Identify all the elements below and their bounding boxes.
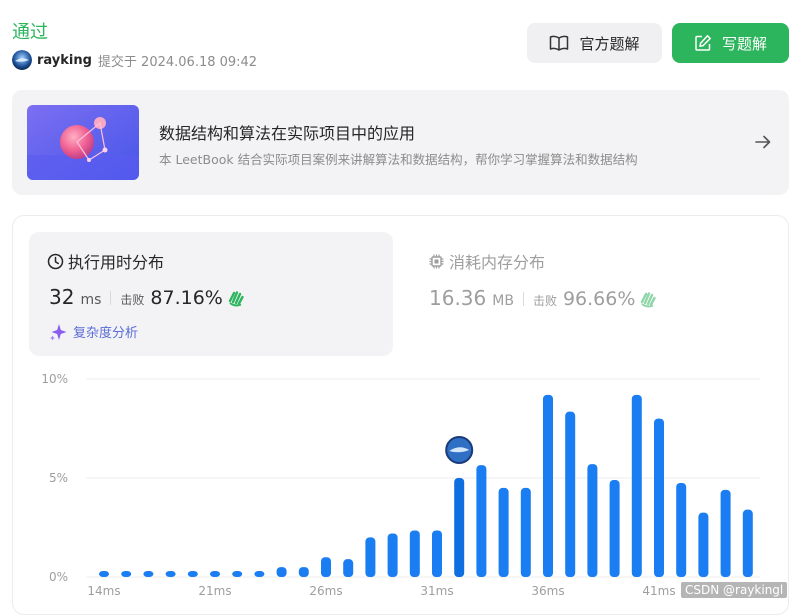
x-tick-label: 26ms: [309, 584, 342, 598]
chart-bar[interactable]: [343, 559, 354, 577]
watermark: CSDN @raykingl: [681, 582, 788, 598]
chart-bar[interactable]: [165, 571, 176, 577]
chart-bar[interactable]: [698, 512, 709, 577]
chart-bar[interactable]: [276, 567, 287, 577]
current-submission-avatar[interactable]: [443, 434, 476, 466]
chart-bar[interactable]: [654, 418, 664, 577]
x-tick-label: 31ms: [420, 584, 453, 598]
chart-bar[interactable]: [609, 479, 620, 577]
runtime-distribution-chart: 0% 5% 10% 14ms 21ms 26ms 31ms 36ms 41ms: [41, 372, 760, 598]
chart-bar[interactable]: [365, 537, 376, 577]
chart-bar[interactable]: [476, 465, 487, 577]
x-tick-label: 41ms: [642, 584, 675, 598]
y-tick-label: 10%: [41, 372, 68, 386]
x-tick-label: 14ms: [87, 584, 120, 598]
y-tick-label: 0%: [49, 570, 68, 584]
chart-bar[interactable]: [720, 489, 731, 577]
chart-bar-current[interactable]: [454, 478, 465, 577]
chart-bar[interactable]: [143, 571, 154, 577]
chart-bar[interactable]: [121, 571, 132, 577]
chart-bar[interactable]: [99, 571, 109, 577]
y-tick-label: 5%: [49, 471, 68, 485]
chart-bar[interactable]: [631, 394, 642, 577]
chart-bar[interactable]: [432, 530, 442, 577]
chart-bar[interactable]: [298, 567, 309, 577]
chart-bar[interactable]: [409, 530, 420, 577]
chart-bar[interactable]: [232, 571, 243, 577]
chart-bar[interactable]: [321, 557, 331, 577]
chart-bar[interactable]: [676, 482, 687, 577]
chart-bar[interactable]: [742, 509, 753, 577]
chart-bar[interactable]: [254, 571, 265, 577]
chart-bar[interactable]: [387, 533, 398, 577]
chart-bar[interactable]: [520, 487, 531, 577]
chart-bar[interactable]: [587, 464, 598, 577]
chart-bar[interactable]: [187, 571, 198, 577]
chart-bar[interactable]: [543, 394, 553, 577]
x-tick-label: 36ms: [531, 584, 564, 598]
chart-bar[interactable]: [565, 411, 576, 577]
chart-bar[interactable]: [498, 487, 509, 577]
x-tick-label: 21ms: [198, 584, 231, 598]
chart-bar[interactable]: [210, 571, 220, 577]
